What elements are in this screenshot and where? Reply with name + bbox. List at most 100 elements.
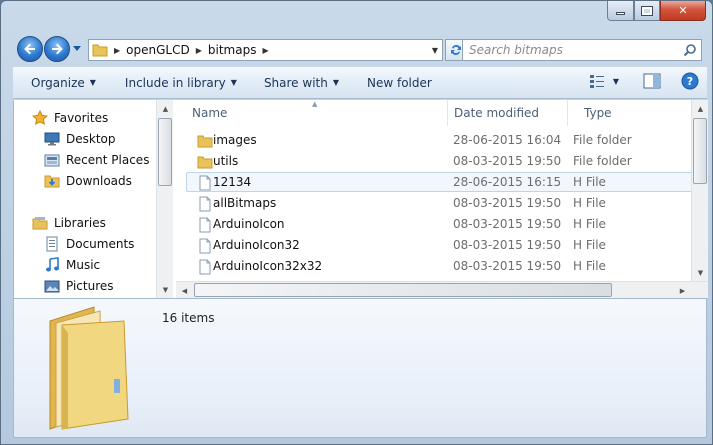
new-folder-button[interactable]: New folder <box>367 76 432 90</box>
file-name: 12134 <box>213 175 252 189</box>
scroll-right-icon[interactable]: ▶ <box>675 283 690 298</box>
file-type: H File <box>573 259 606 273</box>
sidebar-item-favorites[interactable]: Favorites <box>32 108 108 128</box>
column-label: Type <box>584 106 612 120</box>
back-button[interactable] <box>17 36 43 62</box>
file-type: H File <box>573 238 606 252</box>
file-icon <box>199 175 211 191</box>
scroll-left-icon[interactable]: ◀ <box>177 283 192 298</box>
column-header-type[interactable]: Type <box>568 100 690 126</box>
search-box[interactable]: Search bitmaps <box>462 39 702 61</box>
sidebar-item-documents[interactable]: Documents <box>44 234 134 254</box>
star-icon <box>32 110 48 126</box>
view-options-icon[interactable] <box>589 74 605 88</box>
search-input[interactable]: Search bitmaps <box>469 43 683 57</box>
table-row[interactable]: ArduinoIcon32 08-03-2015 19:50 H File <box>186 235 694 255</box>
file-name: ArduinoIcon32 <box>213 238 300 252</box>
scroll-thumb[interactable] <box>693 118 707 184</box>
recent-places-icon <box>44 154 60 167</box>
chevron-down-icon: ▼ <box>89 78 96 87</box>
downloads-icon <box>44 175 60 188</box>
sidebar-item-label: Music <box>66 258 101 272</box>
address-bar[interactable]: ▶ openGLCD ▶ bitmaps ▶ ▼ <box>88 39 443 61</box>
breadcrumb-separator-icon[interactable]: ▶ <box>114 46 120 55</box>
file-icon <box>199 238 211 254</box>
breadcrumb-separator-icon[interactable]: ▶ <box>262 46 268 55</box>
sidebar-item-label: Libraries <box>54 216 106 230</box>
file-date-modified: 08-03-2015 19:50 <box>453 154 562 168</box>
sidebar-item-recent-places[interactable]: Recent Places <box>44 150 149 170</box>
organize-button[interactable]: Organize ▼ <box>31 76 96 90</box>
scroll-down-icon[interactable]: ▼ <box>158 282 173 297</box>
sidebar-item-downloads[interactable]: Downloads <box>44 171 132 191</box>
sidebar-scrollbar[interactable]: ▲ ▼ <box>156 100 173 298</box>
documents-icon <box>46 236 58 252</box>
file-date-modified: 08-03-2015 19:50 <box>453 238 562 252</box>
address-dropdown-icon[interactable]: ▼ <box>432 46 438 55</box>
file-type: H File <box>573 217 606 231</box>
forward-arrow-icon <box>52 43 63 55</box>
table-row[interactable]: images 28-06-2015 16:04 File folder <box>186 130 694 150</box>
back-arrow-icon <box>24 43 35 55</box>
file-name: utils <box>213 154 239 168</box>
scroll-thumb[interactable] <box>158 118 172 186</box>
new-folder-label: New folder <box>367 75 432 90</box>
item-count: 16 items <box>162 311 215 325</box>
breadcrumb-separator-icon[interactable]: ▶ <box>196 46 202 55</box>
table-row[interactable]: 12134 28-06-2015 16:15 H File <box>186 172 694 192</box>
desktop-icon <box>44 132 60 146</box>
navigation-pane: Favorites Desktop Recent Places Download… <box>14 100 159 298</box>
table-row[interactable]: ArduinoIcon 08-03-2015 19:50 H File <box>186 214 694 234</box>
file-name: ArduinoIcon <box>213 217 285 231</box>
preview-pane-icon[interactable] <box>643 73 661 89</box>
scroll-thumb[interactable] <box>194 283 612 297</box>
minimize-icon <box>616 12 625 15</box>
pictures-icon <box>44 280 60 293</box>
table-row[interactable]: utils 08-03-2015 19:50 File folder <box>186 151 694 171</box>
file-list-vertical-scrollbar[interactable]: ▲ ▼ <box>691 100 708 298</box>
caption-buttons: ✕ <box>607 1 706 21</box>
command-bar: Organize ▼ Include in library ▼ Share with… <box>13 67 707 99</box>
view-dropdown-icon[interactable]: ▼ <box>613 77 619 86</box>
file-type: H File <box>573 196 606 210</box>
file-list-horizontal-scrollbar[interactable]: ◀ ▶ <box>176 281 708 298</box>
sidebar-item-libraries[interactable]: Libraries <box>32 213 106 233</box>
folder-icon <box>92 44 108 57</box>
minimize-button[interactable] <box>607 1 634 21</box>
forward-button[interactable] <box>44 36 70 62</box>
scroll-down-icon[interactable]: ▼ <box>693 265 708 280</box>
sidebar-item-label: Downloads <box>66 174 132 188</box>
table-row[interactable]: ArduinoIcon32x32 08-03-2015 19:50 H File <box>186 256 694 276</box>
share-with-button[interactable]: Share with ▼ <box>264 76 339 90</box>
table-row[interactable]: allBitmaps 08-03-2015 19:50 H File <box>186 193 694 213</box>
file-type: File folder <box>573 154 632 168</box>
breadcrumb-opengldc[interactable]: openGLCD <box>126 43 190 57</box>
search-icon[interactable] <box>683 43 697 57</box>
libraries-icon <box>32 217 48 230</box>
maximize-button[interactable] <box>634 1 660 21</box>
file-date-modified: 28-06-2015 16:15 <box>453 175 562 189</box>
refresh-icon <box>451 44 461 56</box>
toolbar-right-group: ▼ ? <box>589 72 699 90</box>
file-date-modified: 08-03-2015 19:50 <box>453 196 562 210</box>
file-icon <box>199 259 211 275</box>
close-button[interactable]: ✕ <box>660 1 706 21</box>
file-name: images <box>213 133 257 147</box>
file-date-modified: 08-03-2015 19:50 <box>453 259 562 273</box>
scroll-up-icon[interactable]: ▲ <box>158 101 173 116</box>
folder-icon <box>197 156 213 169</box>
sidebar-item-music[interactable]: Music <box>44 255 100 275</box>
recent-pages-dropdown-icon[interactable] <box>72 43 82 53</box>
include-in-library-label: Include in library <box>124 75 226 90</box>
sidebar-item-pictures[interactable]: Pictures <box>44 276 114 296</box>
column-header-name[interactable]: Name <box>176 100 448 126</box>
scroll-up-icon[interactable]: ▲ <box>693 101 708 116</box>
folder-icon <box>197 135 213 148</box>
include-in-library-button[interactable]: Include in library ▼ <box>125 76 237 90</box>
help-icon[interactable]: ? <box>681 72 699 90</box>
chevron-down-icon: ▼ <box>332 78 339 87</box>
chevron-down-icon: ▼ <box>230 78 237 87</box>
breadcrumb-bitmaps[interactable]: bitmaps <box>208 43 257 57</box>
sidebar-item-desktop[interactable]: Desktop <box>44 129 116 149</box>
column-header-date-modified[interactable]: Date modified <box>448 100 568 126</box>
